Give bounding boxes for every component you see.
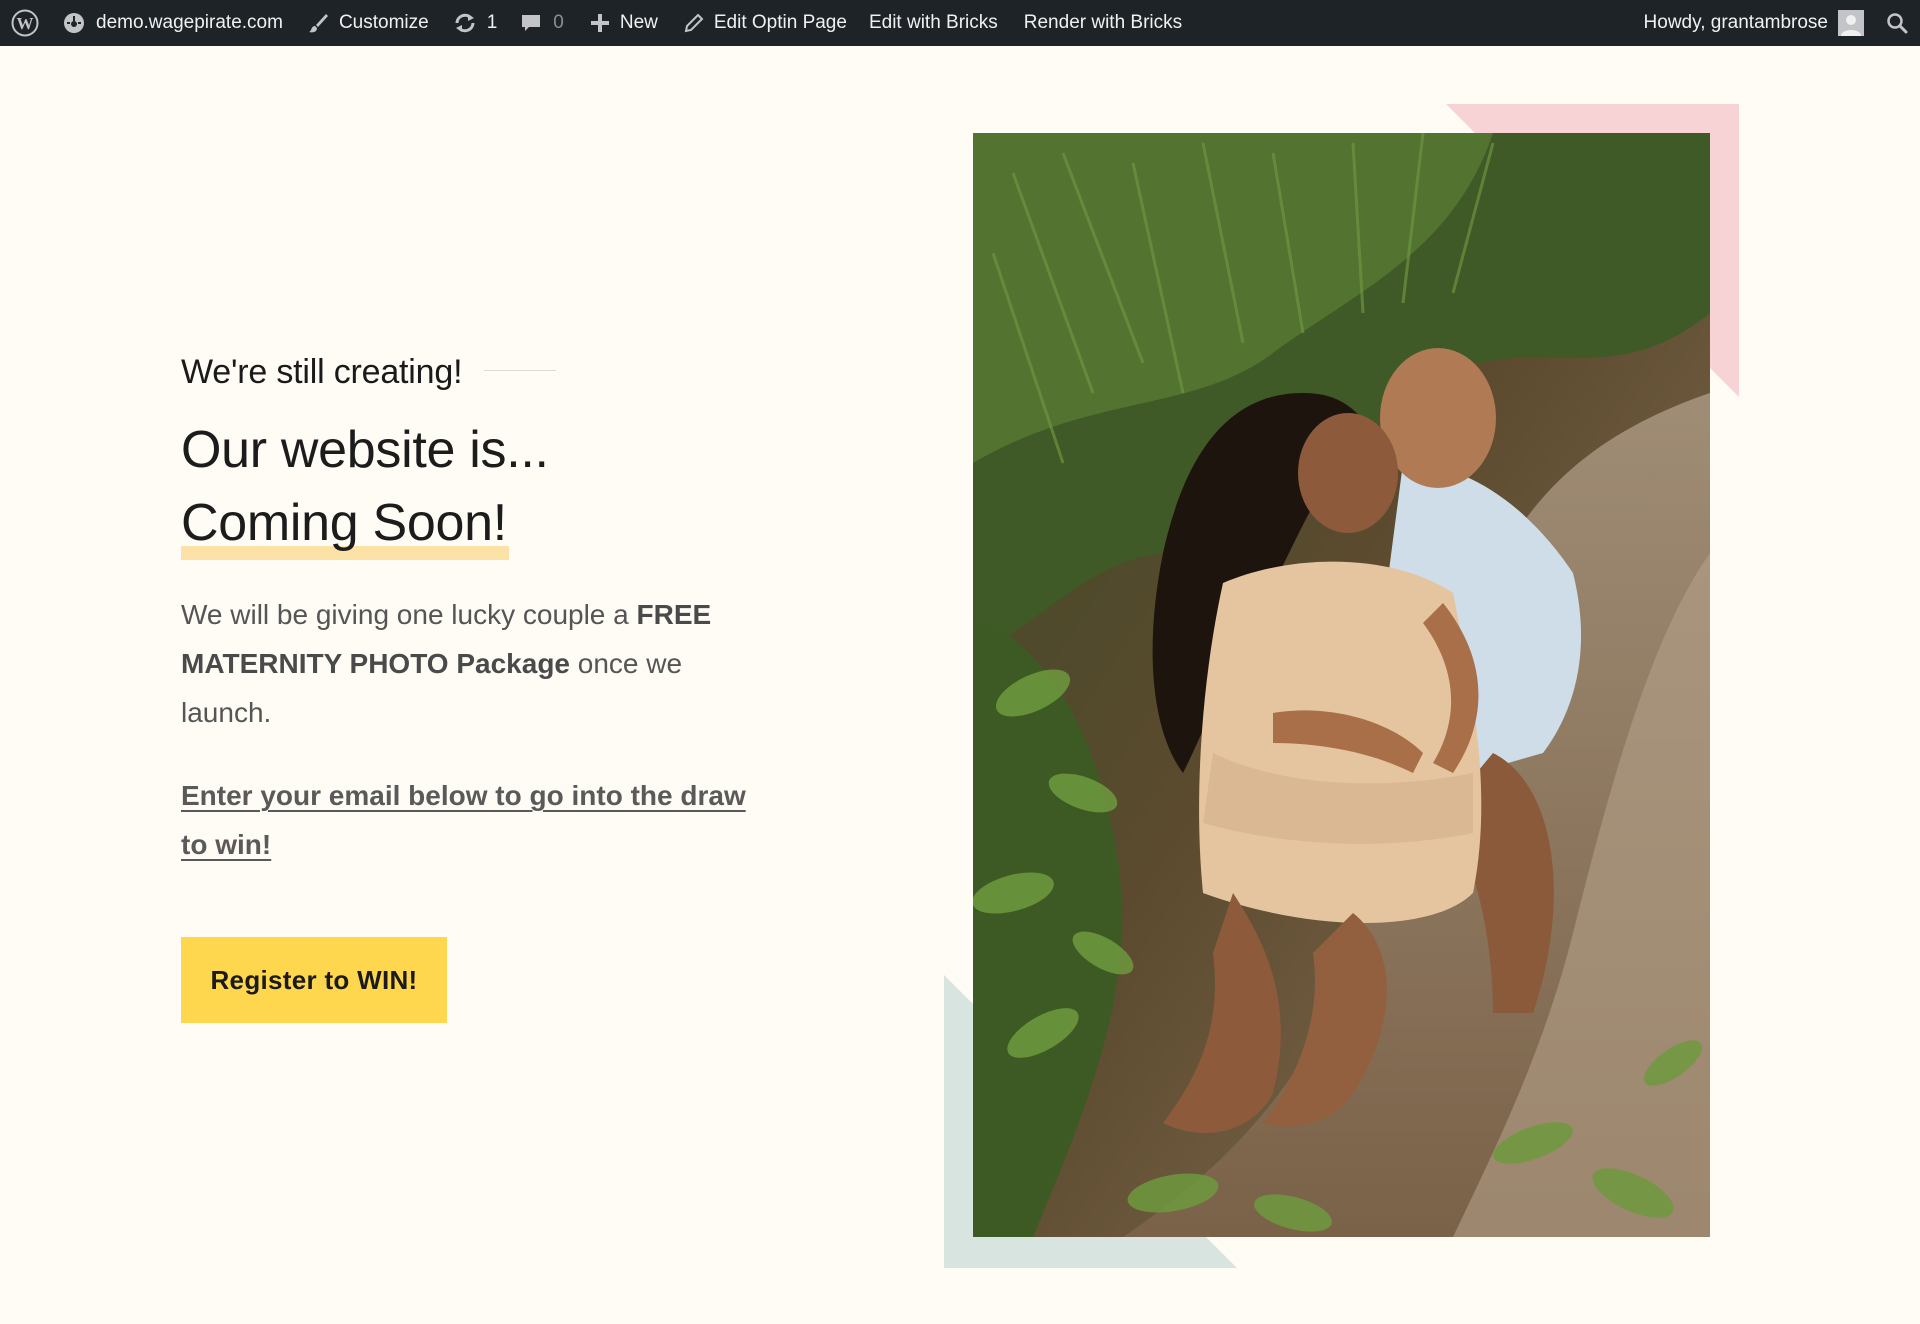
edit-page-link[interactable]: Edit Optin Page bbox=[684, 0, 847, 46]
site-name-label: demo.wagepirate.com bbox=[96, 12, 283, 33]
new-content-menu[interactable]: New bbox=[590, 0, 658, 46]
wordpress-menu[interactable]: W bbox=[11, 0, 39, 46]
search-icon bbox=[1886, 12, 1908, 34]
register-button[interactable]: Register to WIN! bbox=[181, 937, 447, 1023]
render-bricks-label: Render with Bricks bbox=[1023, 12, 1183, 33]
customize-link[interactable]: Customize bbox=[307, 0, 429, 46]
edit-bricks-label: Edit with Bricks bbox=[868, 12, 998, 33]
my-account-menu[interactable]: Howdy, grantambrose bbox=[1644, 0, 1864, 46]
enter-email-link[interactable]: Enter your email below to go into the dr… bbox=[181, 771, 761, 869]
new-label: New bbox=[619, 12, 658, 33]
kicker-divider bbox=[484, 369, 557, 371]
comments-link[interactable]: 0 bbox=[521, 0, 564, 46]
comment-icon bbox=[521, 13, 541, 33]
kicker-row: We're still creating! bbox=[181, 330, 781, 414]
kicker-text: We're still creating! bbox=[181, 352, 463, 391]
wordpress-logo-icon: W bbox=[11, 9, 39, 37]
admin-bar-right: Howdy, grantambrose bbox=[1644, 0, 1920, 46]
svg-text:W: W bbox=[17, 14, 34, 33]
updates-count: 1 bbox=[486, 12, 498, 33]
giveaway-description: We will be giving one lucky couple a FRE… bbox=[181, 590, 741, 737]
comments-count: 0 bbox=[553, 12, 564, 33]
howdy-label: Howdy, grantambrose bbox=[1643, 12, 1828, 33]
headline-line-2: Coming Soon! bbox=[181, 487, 509, 560]
hero-content: We're still creating! Our website is... … bbox=[181, 330, 781, 869]
headline-line-1: Our website is... bbox=[181, 421, 549, 479]
render-with-bricks-link[interactable]: Render with Bricks bbox=[1024, 0, 1182, 46]
paintbrush-icon bbox=[307, 12, 329, 34]
avatar-icon bbox=[1838, 10, 1864, 36]
edit-with-bricks-link[interactable]: Edit with Bricks bbox=[869, 0, 998, 46]
body-text-part-1: We will be giving one lucky couple a bbox=[181, 599, 637, 630]
edit-page-label: Edit Optin Page bbox=[713, 12, 847, 33]
admin-bar: W demo.wagepirate.com Customize 1 0 New … bbox=[0, 0, 1920, 46]
pencil-icon bbox=[684, 13, 704, 33]
couple-maternity-photo bbox=[973, 133, 1710, 1237]
page-title: Our website is... Coming Soon! bbox=[181, 414, 781, 560]
admin-search[interactable] bbox=[1886, 0, 1908, 46]
site-name-menu[interactable]: demo.wagepirate.com bbox=[62, 0, 283, 46]
updates-link[interactable]: 1 bbox=[453, 0, 498, 46]
customize-label: Customize bbox=[338, 12, 429, 33]
updates-icon bbox=[453, 11, 477, 35]
plus-icon bbox=[590, 13, 610, 33]
dashboard-icon bbox=[62, 11, 86, 35]
